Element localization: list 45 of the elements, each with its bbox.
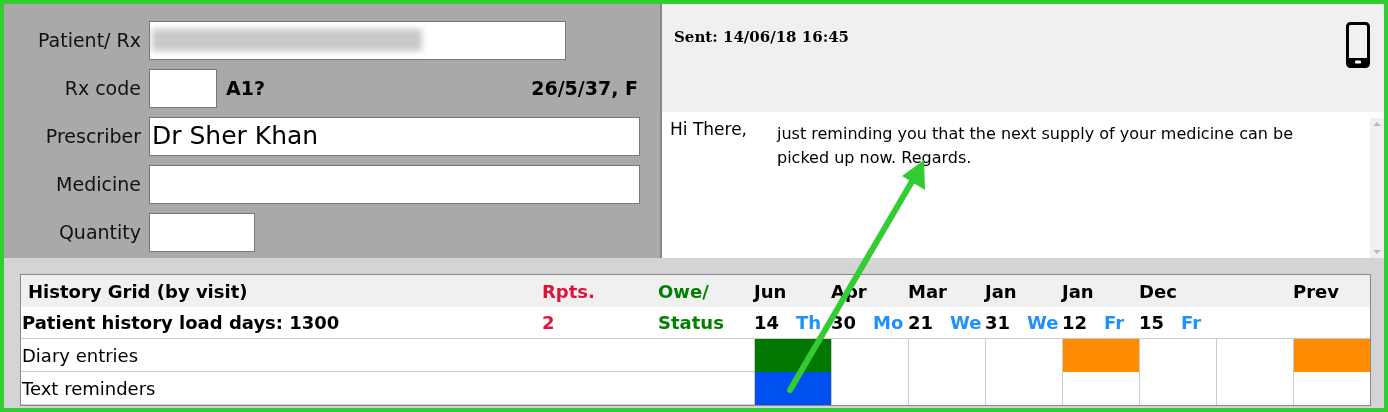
visit-weekday: Mo (873, 311, 904, 335)
visit-weekday: We (950, 311, 982, 335)
load-days: Patient history load days: 1300 (21, 309, 542, 336)
visit-day: 30 (831, 309, 873, 336)
input-field[interactable] (149, 20, 566, 60)
code-hint: A1? (226, 75, 265, 101)
visit-month: Mar (908, 279, 948, 304)
mobile-phone-icon (1346, 22, 1370, 68)
field-label: Quantity (57, 219, 142, 245)
patient-info: 26/5/37, F (531, 75, 638, 101)
visit-month: Prev (1293, 279, 1340, 304)
repeats-label: Rpts. (542, 279, 596, 304)
row-label: Text reminders (21, 377, 157, 401)
message-text: just reminding you that the next supply of your medicine can be picked up now. Regards. (777, 123, 1294, 169)
visit-month: Jan (1062, 279, 1095, 304)
sent-time: Sent: 14/06/18 16:45 (674, 27, 850, 48)
visit-weekday: Th (796, 311, 822, 335)
visit-day: 21 (908, 309, 950, 336)
input-field[interactable] (149, 68, 217, 108)
field-label: Patient/ Rx (36, 27, 142, 53)
greeting-text: Hi There, (670, 118, 748, 141)
visit-weekday: Fr (1104, 311, 1125, 335)
field-label: Prescriber (44, 123, 142, 149)
status-label: Status (658, 311, 725, 335)
visit-month: Dec (1139, 279, 1178, 304)
visit-day: 15 (1139, 309, 1181, 336)
field-value: Dr Sher Khan (152, 120, 319, 153)
field-label: Rx code (63, 75, 142, 101)
scrollbar[interactable] (1370, 118, 1384, 258)
repeats-count: 2 (542, 311, 556, 335)
visit-weekday: We (1027, 311, 1059, 335)
visit-day: 14 (754, 309, 796, 336)
owe-label: Owe/ (658, 279, 710, 304)
visit-month: Jan (985, 279, 1018, 304)
input-field[interactable]: Dr Sher Khan (149, 116, 640, 156)
input-field[interactable] (149, 164, 640, 204)
visit-month: Jun (754, 279, 788, 304)
grid-title: History Grid (by visit) (27, 279, 249, 304)
row-label: Diary entries (21, 344, 140, 368)
field-label: Medicine (55, 171, 142, 197)
input-field[interactable] (149, 212, 255, 252)
visit-weekday: Fr (1181, 311, 1202, 335)
message-box[interactable]: Hi There, just reminding you that the next supply of your medicine can be picked up now. Regards. (662, 112, 1384, 258)
visit-day: 12 (1062, 309, 1104, 336)
visit-day: 31 (985, 309, 1027, 336)
